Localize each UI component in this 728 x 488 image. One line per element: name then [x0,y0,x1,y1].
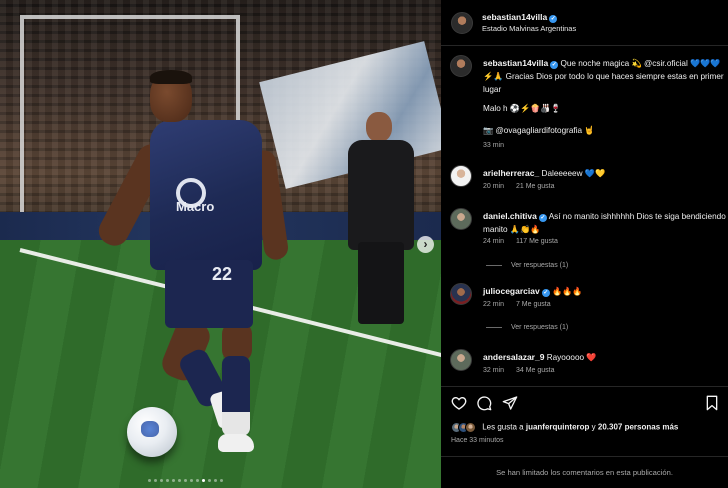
carousel-dot[interactable] [190,479,193,482]
comment-text: Rayooooo ❤️ [546,353,597,362]
comments-list[interactable]: sebastian14villa ✓ Que noche magica 💫 @cs… [441,47,728,385]
carousel-dot[interactable] [202,479,205,482]
post-header: sebastian14villa ✓ Estadio Malvinas Argen… [441,0,728,46]
comment-likes[interactable]: 21 Me gusta [516,183,555,190]
post-photo[interactable]: Macro 22 › [0,0,441,488]
commenter-avatar[interactable] [450,208,472,230]
caption-username[interactable]: sebastian14villa [483,58,548,68]
comment-time: 24 min [483,238,505,245]
verified-icon: ✓ [538,214,547,222]
carousel-dot[interactable] [196,479,199,482]
post-time: Hace 33 minutos [451,437,504,444]
carousel-dot[interactable] [160,479,163,482]
shorts-number: 22 [212,264,233,284]
comment-item: andersalazar_9 Rayooooo ❤️ 32 min 34 Me … [450,349,720,383]
comment-item: juliocegarciav ✓ 🔥🔥🔥 22 min 7 Me gusta Ve… [450,283,720,343]
liker-avatars [451,422,476,433]
post-location[interactable]: Estadio Malvinas Argentinas [482,24,576,33]
commenter-avatar[interactable] [450,165,472,187]
carousel-dots [148,479,223,482]
author-avatar[interactable] [450,55,472,77]
post-side-panel: sebastian14villa ✓ Estadio Malvinas Argen… [441,0,728,488]
caption-time: 33 min [483,142,505,149]
verified-icon: ✓ [549,15,558,23]
comment-likes[interactable]: 7 Me gusta [516,301,551,308]
comment-likes[interactable]: 34 Me gusta [516,367,555,374]
bookmark-icon[interactable] [704,395,720,411]
likes-prefix: Les gusta a [482,422,524,432]
carousel-dot[interactable] [184,479,187,482]
comment-item: daniel.chitiva ✓ Así no manito ishhhhhh D… [450,208,726,280]
author-username[interactable]: sebastian14villa [482,12,547,22]
comment-icon[interactable] [476,395,492,411]
verified-icon: ✓ [541,289,550,297]
likes-user[interactable]: juanferquinterop [526,423,590,432]
carousel-dot[interactable] [154,479,157,482]
shirt-sponsor: Macro [176,199,215,214]
football [127,407,177,457]
likes-connector: y [591,422,596,432]
comment-item: arielherrerac_ Daleeeeew 💙💛 20 min 21 Me… [450,165,720,199]
view-replies-button[interactable]: Ver respuestas (1) [486,262,568,269]
view-replies-button[interactable]: Ver respuestas (1) [486,324,568,331]
carousel-dot[interactable] [148,479,151,482]
comment-time: 32 min [483,367,505,374]
comment-time: 22 min [483,301,505,308]
commenter-avatar[interactable] [450,283,472,305]
post-actions: Les gusta a juanferquinterop y 20.307 pe… [441,386,728,486]
next-photo-button[interactable]: › [417,236,434,253]
comment-username[interactable]: daniel.chitiva [483,211,537,221]
caption-credit: 📷 @ovagagliardifotografia 🤘 [483,126,595,135]
comment-text: 🔥🔥🔥 [551,287,583,296]
comment-username[interactable]: juliocegarciav [483,286,540,296]
heart-icon[interactable] [451,395,467,411]
caption-line: Malo h ⚽⚡🍿🎳🍷 [483,104,561,113]
likes-count[interactable]: 20.307 personas más [598,423,679,432]
comment-text: Daleeeeew 💙💛 [541,169,606,178]
commenter-avatar[interactable] [450,349,472,371]
carousel-dot[interactable] [214,479,217,482]
carousel-dot[interactable] [220,479,223,482]
caption: sebastian14villa ✓ Que noche magica 💫 @cs… [450,55,724,155]
author-avatar[interactable] [451,12,473,34]
carousel-dot[interactable] [178,479,181,482]
comment-username[interactable]: arielherrerac_ [483,168,539,178]
comment-time: 20 min [483,183,505,190]
share-icon[interactable] [502,395,518,411]
verified-icon: ✓ [550,61,559,69]
comment-username[interactable]: andersalazar_9 [483,352,544,362]
carousel-dot[interactable] [208,479,211,482]
likes-summary[interactable]: Les gusta a juanferquinterop y 20.307 pe… [451,422,678,433]
coach-figure [344,112,418,324]
carousel-dot[interactable] [172,479,175,482]
comment-likes[interactable]: 117 Me gusta [516,238,558,245]
comments-limited-notice: Se han limitado los comentarios en esta … [441,456,728,487]
carousel-dot[interactable] [166,479,169,482]
